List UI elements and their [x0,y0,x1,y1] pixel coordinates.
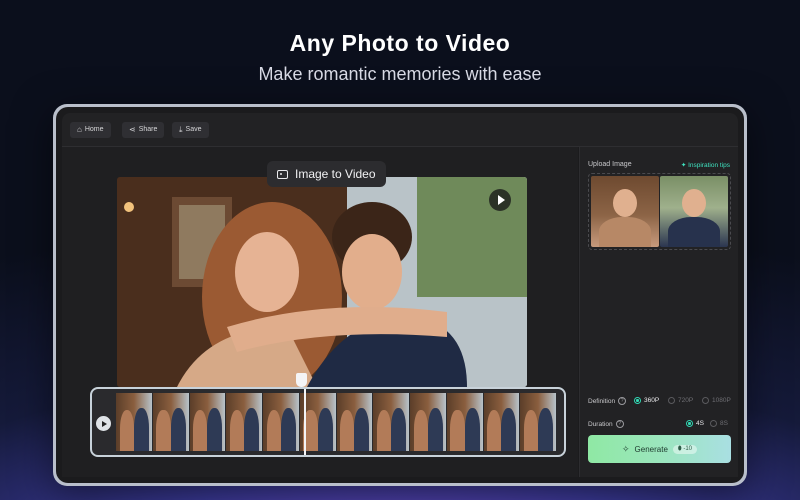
save-label: Save [185,126,202,133]
definition-option-360p[interactable]: 360P [634,397,659,404]
app-window-frame: ⌂ Home ⋖ Share ⤓ Save Image to Video Upl… [53,104,747,486]
timeline-frame [336,393,373,451]
definition-option-label: 1080P [712,397,731,404]
credit-icon: ⬮ [677,445,682,452]
timeline-frames [116,393,556,451]
credit-cost: -10 [683,445,693,452]
duration-option-label: 4S [696,420,704,427]
generate-label: Generate [634,444,668,454]
timeline-frame [152,393,189,451]
timeline-frame [410,393,446,451]
inspiration-tips-link[interactable]: ✦ Inspiration tips [681,161,730,169]
share-label: Share [138,126,158,133]
home-icon: ⌂ [77,125,82,134]
timeline-frame [116,393,152,451]
headline: Any Photo to Video [289,30,511,56]
inspiration-tips-label: Inspiration tips [688,162,730,169]
subheadline: Make romantic memories with ease [258,64,542,84]
credit-cost-badge: ⬮ -10 [672,444,698,454]
toolbar: ⌂ Home ⋖ Share ⤓ Save [62,113,738,147]
settings-panel: Upload Image ✦ Inspiration tips Definiti… [579,147,738,477]
duration-option-8s[interactable]: 8S [710,420,728,427]
radio-selected-icon [634,397,641,404]
timeline-frame [520,393,556,451]
playhead-line[interactable] [304,389,306,455]
duration-option-label: 8S [720,420,728,427]
upload-image-label: Upload Image [588,161,632,168]
play-icon[interactable] [489,189,511,211]
radio-icon [668,397,675,404]
uploaded-photo-woman [591,176,659,247]
help-icon[interactable]: ? [618,397,627,405]
share-icon: ⋖ [129,125,136,134]
save-button[interactable]: ⤓ Save [172,122,209,138]
definition-option-label: 720P [678,397,694,404]
definition-option-label: 360P [644,397,660,404]
timeline-frame [483,393,520,451]
timeline-strip[interactable] [90,387,566,457]
share-button[interactable]: ⋖ Share [122,122,165,138]
definition-row: Definition ? [588,397,627,405]
timeline-frame [226,393,262,451]
app-screen: ⌂ Home ⋖ Share ⤓ Save Image to Video Upl… [56,107,744,483]
timeline-play-icon[interactable] [96,416,111,431]
mode-chip[interactable]: Image to Video [267,161,386,187]
radio-icon [702,397,709,404]
radio-icon [710,420,717,427]
home-button[interactable]: ⌂ Home [70,122,111,138]
uploaded-photo-man [660,176,728,247]
radio-selected-icon [686,420,693,427]
image-icon [277,169,288,179]
duration-option-4s[interactable]: 4S [686,420,704,427]
duration-label: Duration [588,420,613,428]
home-label: Home [84,126,104,133]
download-icon: ⤓ [179,125,183,134]
definition-label: Definition [588,397,616,405]
timeline-frame [189,393,226,451]
definition-option-1080p[interactable]: 1080P [702,397,731,404]
generate-button[interactable]: ✧ Generate ⬮ -10 [588,435,731,463]
duration-row: Duration ? [588,420,624,428]
timeline-frame [446,393,483,451]
timeline-frame [373,393,409,451]
timeline-frame [263,393,299,451]
definition-option-720p[interactable]: 720P [668,397,693,404]
editor-area: Image to Video [62,147,578,477]
sparkle-icon: ✦ [680,162,689,169]
magic-wand-icon: ✧ [621,443,630,454]
mode-chip-label: Image to Video [295,167,376,181]
video-preview[interactable] [117,177,527,387]
preview-image [117,177,527,387]
playhead-handle[interactable] [296,373,307,387]
upload-image-dropzone[interactable] [588,173,731,250]
help-icon[interactable]: ? [615,420,624,428]
